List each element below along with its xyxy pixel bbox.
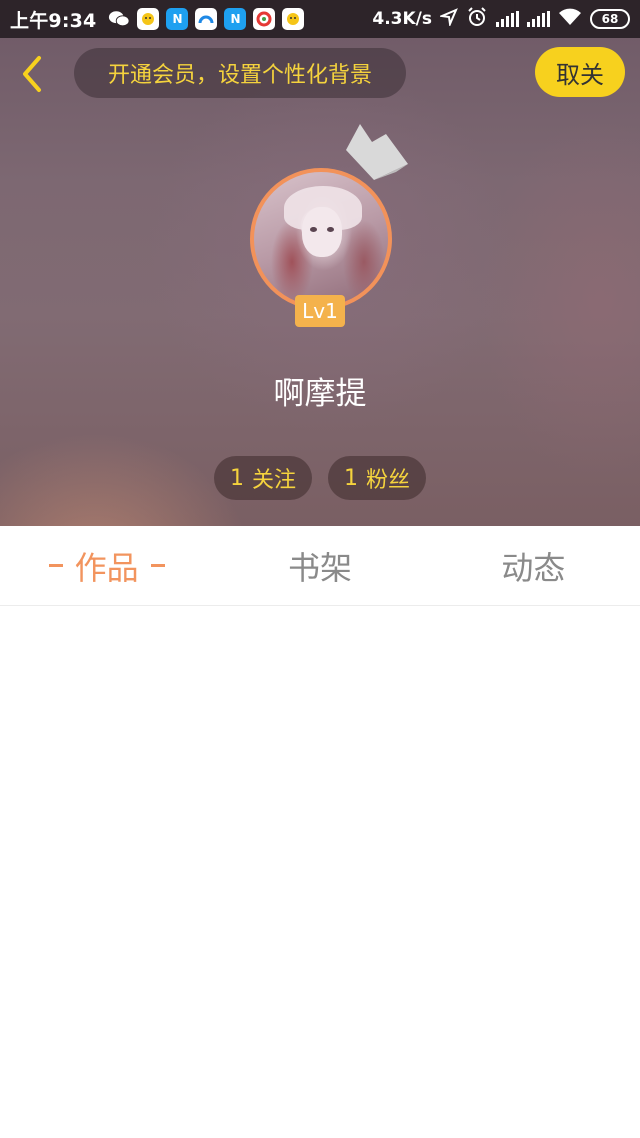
fans-count: 1 [343,465,358,491]
level-badge: Lv1 [295,295,345,327]
gallery-icon [253,8,276,30]
back-button[interactable] [14,52,50,96]
n-app-icon: N [166,8,189,30]
avatar[interactable] [250,168,392,310]
tab-content [0,607,640,1138]
qq-icon [282,8,305,30]
network-speed: 4.3K/s [372,9,432,29]
tab-works[interactable]: 作品 [0,526,213,605]
battery-icon: 68 [590,9,630,29]
profile-header: 上午9:34 N N 4.3K/s 68 开通会员，设置个性化背景 取关 Lv1… [0,0,640,526]
tab-label: 动态 [501,548,566,587]
location-icon [438,8,458,30]
username: 啊摩提 [273,376,367,412]
fans-count-button[interactable]: 1 粉丝 [328,456,426,500]
unfollow-button[interactable]: 取关 [535,47,625,97]
tab-activity[interactable]: 动态 [427,526,640,605]
alarm-icon [466,6,488,32]
signal-icon [527,11,550,27]
fans-label: 粉丝 [365,468,410,493]
tab-label: 作品 [74,548,139,587]
browser-icon [195,8,218,30]
following-count-button[interactable]: 1 关注 [214,456,312,500]
profile-tabs: 作品 书架 动态 [0,526,640,606]
n-app-icon: N [224,8,247,30]
notification-icons: N N [108,8,305,30]
tab-label: 书架 [287,548,352,587]
following-label: 关注 [251,468,296,493]
chevron-left-icon [23,56,41,92]
status-bar: 上午9:34 N N 4.3K/s 68 [0,0,640,38]
wifi-icon [558,8,582,30]
vip-banner[interactable]: 开通会员，设置个性化背景 [74,48,406,98]
wechat-icon [108,8,131,30]
signal-icon [496,11,519,27]
qq-icon [137,8,160,30]
tab-bookshelf[interactable]: 书架 [213,526,426,605]
status-time: 上午9:34 [10,9,97,32]
following-count: 1 [229,465,244,491]
